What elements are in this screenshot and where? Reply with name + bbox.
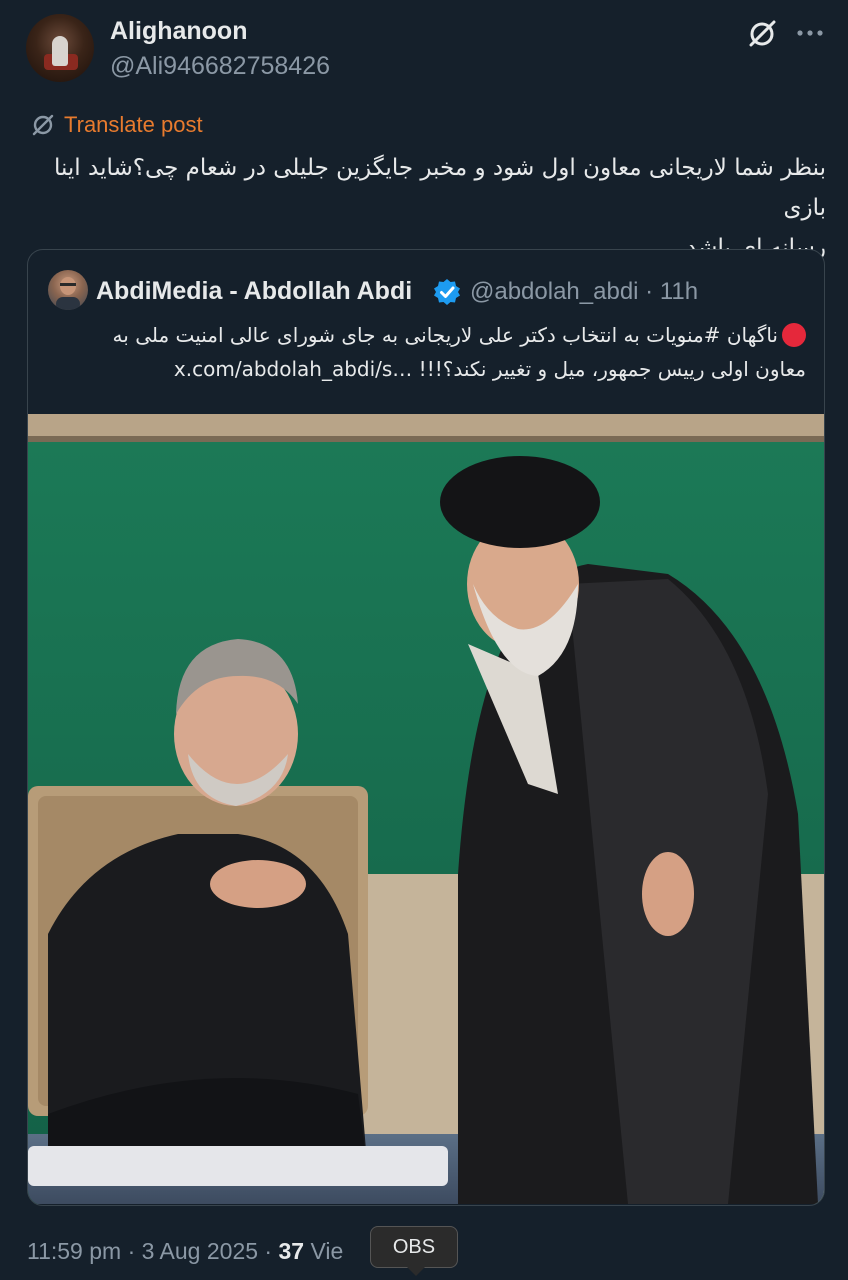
views-label: Vie (304, 1238, 344, 1264)
translate-post-button[interactable]: Translate post (30, 112, 203, 138)
grok-icon[interactable] (746, 18, 778, 50)
obs-tooltip: OBS (370, 1226, 458, 1268)
verified-badge-icon (434, 279, 460, 305)
translate-icon (32, 114, 54, 136)
quoted-handle-time: @abdolah_abdi · 11h (470, 278, 699, 305)
views-count: 37 (278, 1238, 305, 1264)
obs-tooltip-arrow (406, 1266, 426, 1276)
quoted-post-photo[interactable] (28, 414, 824, 1204)
translate-label: Translate post (64, 112, 203, 137)
post-meta: 11:59 pm · 3 Aug 2025 · 37 Vie (27, 1238, 343, 1265)
post-timestamp[interactable]: 11:59 pm · 3 Aug 2025 · (27, 1238, 278, 1264)
author-avatar[interactable] (26, 14, 94, 82)
author-display-name[interactable]: Alighanoon (110, 17, 247, 46)
tweet-page: Alighanoon @Ali946682758426 Translate po… (0, 0, 848, 1280)
quoted-post-card[interactable]: AbdiMedia - Abdollah Abdi @abdolah_abdi … (27, 249, 825, 1206)
quoted-author-name: AbdiMedia - Abdollah Abdi (96, 277, 413, 305)
quoted-text-link[interactable]: x.com/abdolah_abdi/s… (174, 357, 412, 381)
quoted-text-line-2: معاون اولی رییس جمهور، میل و تغییر نکند؟… (418, 357, 806, 381)
author-handle[interactable]: @Ali946682758426 (110, 52, 330, 81)
quoted-author-avatar (48, 270, 88, 310)
quoted-text: ناگهان #منویات به انتخاب دکتر علی لاریجا… (48, 318, 806, 386)
post-text-line-1: بنظر شما لاریجانی معاون اول شود و مخبر ج… (53, 155, 826, 221)
more-icon[interactable] (795, 20, 825, 46)
red-circle-emoji-icon (782, 323, 806, 347)
quoted-text-line-1: ناگهان #منویات به انتخاب دکتر علی لاریجا… (112, 323, 778, 347)
